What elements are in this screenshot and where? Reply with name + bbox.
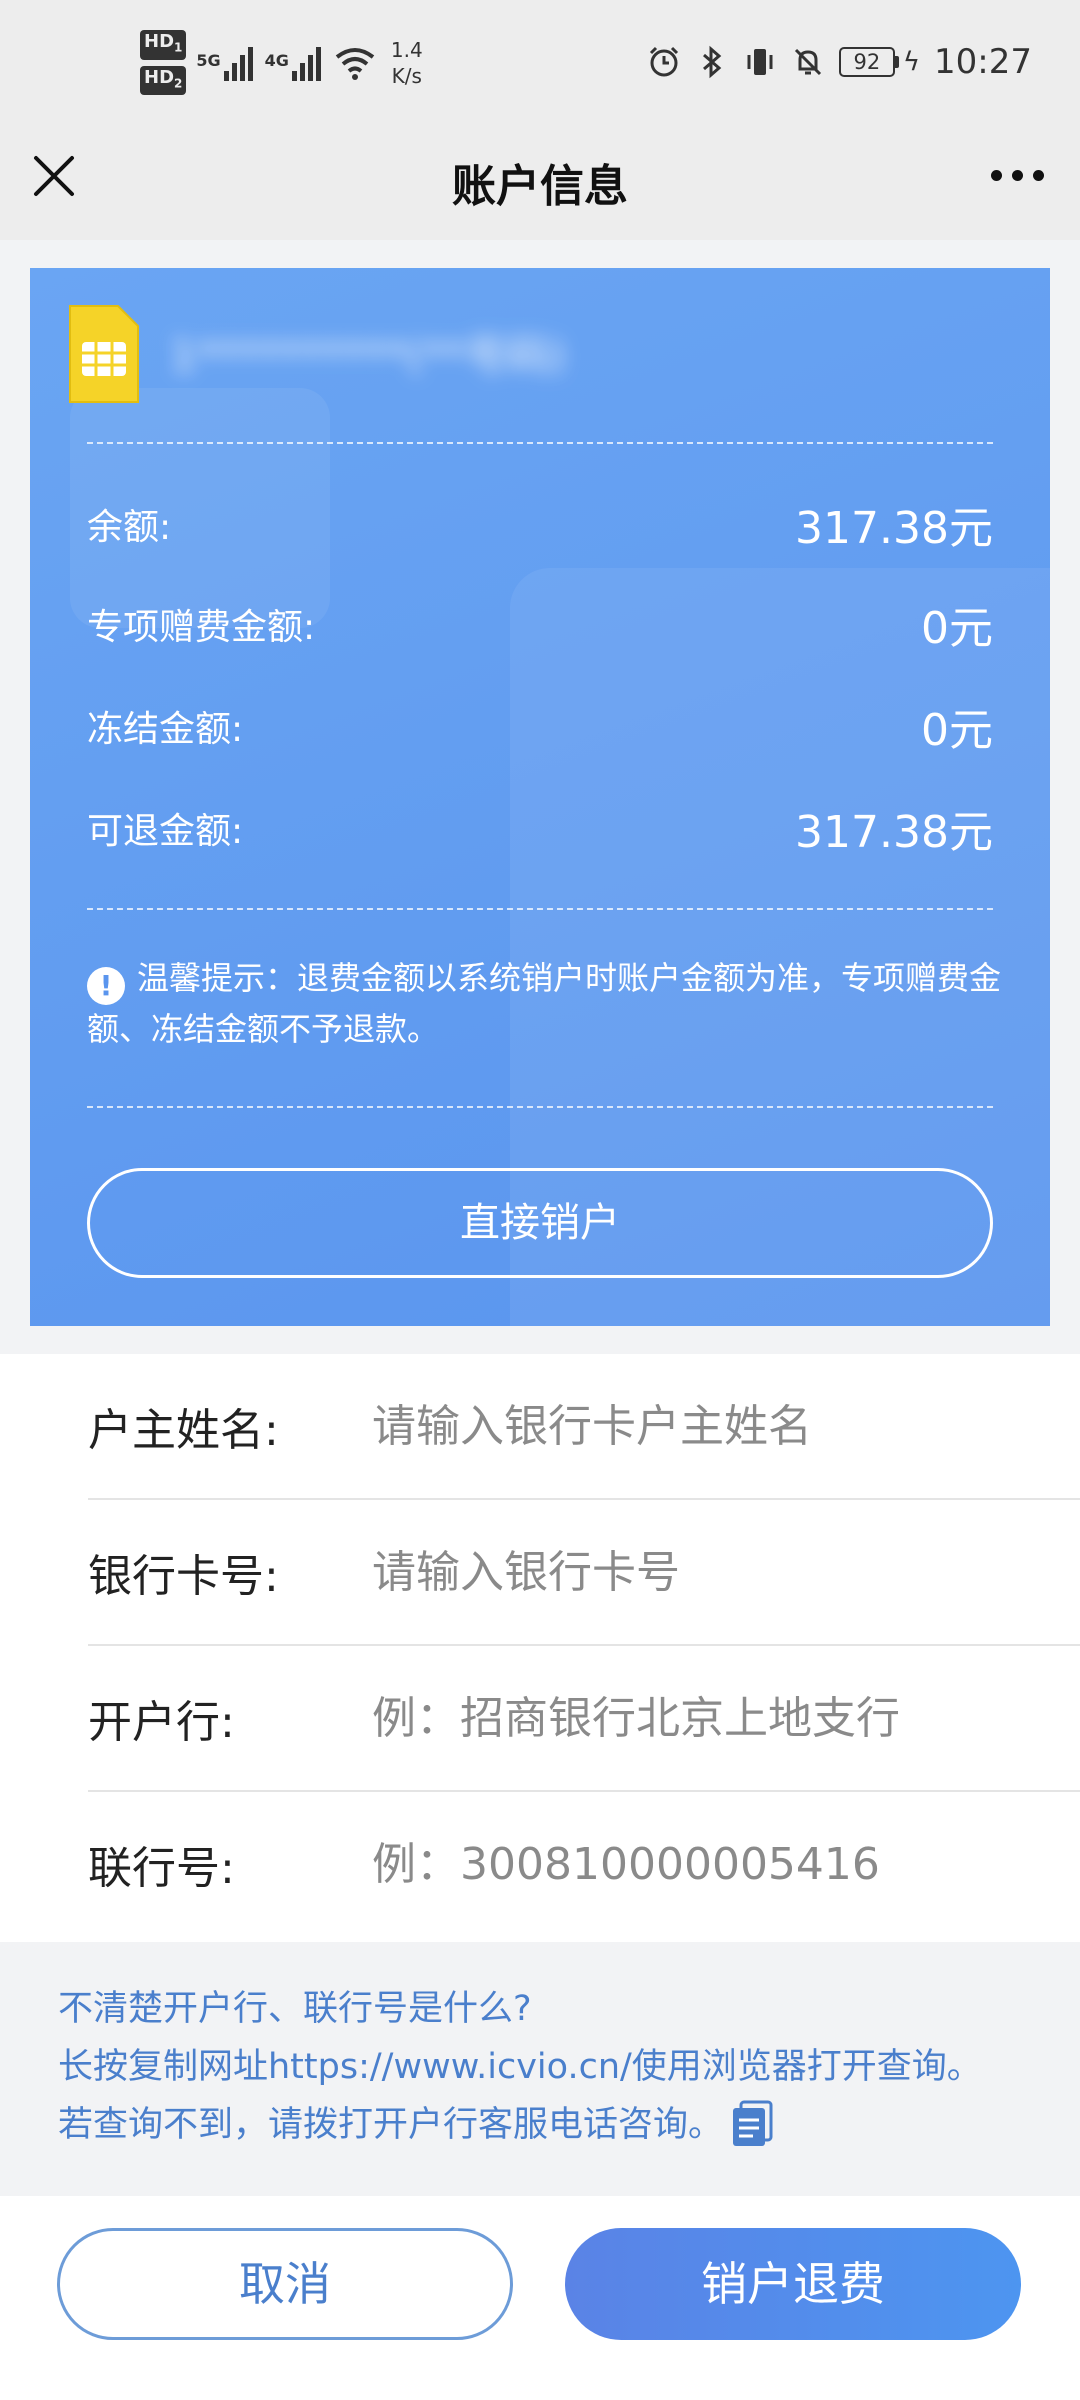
balance-value: 317.38元 (795, 503, 993, 554)
network-speed: 1.4 K/s (390, 37, 423, 88)
bank-branch-input[interactable] (372, 1680, 1072, 1756)
charging-icon: ϟ (902, 47, 921, 77)
nav-bar: 账户信息 (0, 130, 1080, 240)
holder-name-input[interactable] (372, 1388, 1072, 1464)
close-and-refund-button[interactable]: 销户退费 (565, 2228, 1021, 2340)
balance-row: 余额: 317.38元 (87, 494, 993, 554)
sim-card-icon (69, 305, 139, 403)
divider (87, 1106, 993, 1108)
close-account-direct-button[interactable]: 直接销户 (87, 1168, 993, 1278)
cancel-button[interactable]: 取消 (57, 2228, 513, 2340)
signal-4g-icon: 4G (265, 45, 321, 81)
help-line-3: 若查询不到，请拨打开户行客服电话咨询。 (58, 2096, 1058, 2154)
divider (87, 908, 993, 910)
card-number-input[interactable] (372, 1534, 1072, 1610)
bank-branch-label: 开户行: (88, 1697, 235, 1748)
card-number-row: 银行卡号: (88, 1500, 1080, 1646)
account-card: 1**********(**号码) 余额: 317.38元 专项赠费金额: 0元… (30, 268, 1050, 1326)
bank-code-input[interactable] (372, 1826, 1072, 1902)
bank-code-row: 联行号: (88, 1792, 1080, 1938)
masked-phone-number: 1**********(**号码) (170, 331, 566, 380)
status-right: 92 ϟ 10:27 (647, 42, 1032, 82)
card-number-label: 银行卡号: (88, 1551, 279, 1602)
help-line-1: 不清楚开户行、联行号是什么? (58, 1989, 532, 2029)
status-left: HD1 HD2 5G 4G 1.4 K/s (140, 30, 423, 96)
bank-branch-row: 开户行: (88, 1646, 1080, 1792)
refundable-row: 可退金额: 317.38元 (87, 798, 993, 858)
frozen-value: 0元 (921, 705, 993, 756)
notice-tip: ! 温馨提示：退费金额以系统销户时账户金额为准，专项赠费金额、冻结金额不予退款。 (87, 954, 1017, 1053)
signal-5g-icon: 5G (196, 45, 253, 81)
wifi-icon (335, 47, 375, 80)
alarm-icon (649, 46, 678, 77)
bluetooth-icon (702, 45, 722, 79)
vibrate-icon (747, 49, 773, 75)
bottom-action-bar: 取消 销户退费 (0, 2196, 1080, 2400)
refundable-label: 可退金额: (87, 811, 244, 852)
bank-form: 户主姓名: 银行卡号: 开户行: 联行号: (0, 1354, 1080, 1942)
holder-name-label: 户主姓名: (88, 1405, 279, 1456)
copy-icon[interactable] (731, 2100, 775, 2148)
help-line-2[interactable]: 长按复制网址https://www.icvio.cn/使用浏览器打开查询。 (58, 2038, 1058, 2096)
frozen-row: 冻结金额: 0元 (87, 696, 993, 756)
bonus-value: 0元 (921, 603, 993, 654)
status-bar: HD1 HD2 5G 4G 1.4 K/s 92 ϟ 10:27 (0, 0, 1080, 130)
refundable-value: 317.38元 (795, 807, 993, 858)
battery-icon: 92 ϟ (838, 47, 921, 77)
holder-name-row: 户主姓名: (88, 1354, 1080, 1500)
hd-icon-1: HD1 (140, 30, 187, 60)
hd-indicators: HD1 HD2 (140, 30, 187, 96)
page-title: 账户信息 (452, 161, 628, 212)
help-text: 不清楚开户行、联行号是什么? 长按复制网址https://www.icvio.c… (58, 1980, 1058, 2154)
frozen-label: 冻结金额: (87, 709, 244, 750)
mute-bell-icon (794, 48, 821, 76)
notice-text: 温馨提示：退费金额以系统销户时账户金额为准，专项赠费金额、冻结金额不予退款。 (87, 959, 1002, 1048)
balance-label: 余额: (87, 507, 172, 548)
bank-code-label: 联行号: (88, 1843, 235, 1894)
warning-icon: ! (87, 967, 125, 1005)
clock: 10:27 (934, 42, 1032, 82)
more-icon[interactable] (991, 170, 1044, 181)
divider (87, 442, 993, 444)
bonus-row: 专项赠费金额: 0元 (87, 594, 993, 654)
bonus-label: 专项赠费金额: (87, 607, 316, 648)
hd-icon-2: HD2 (140, 65, 187, 96)
